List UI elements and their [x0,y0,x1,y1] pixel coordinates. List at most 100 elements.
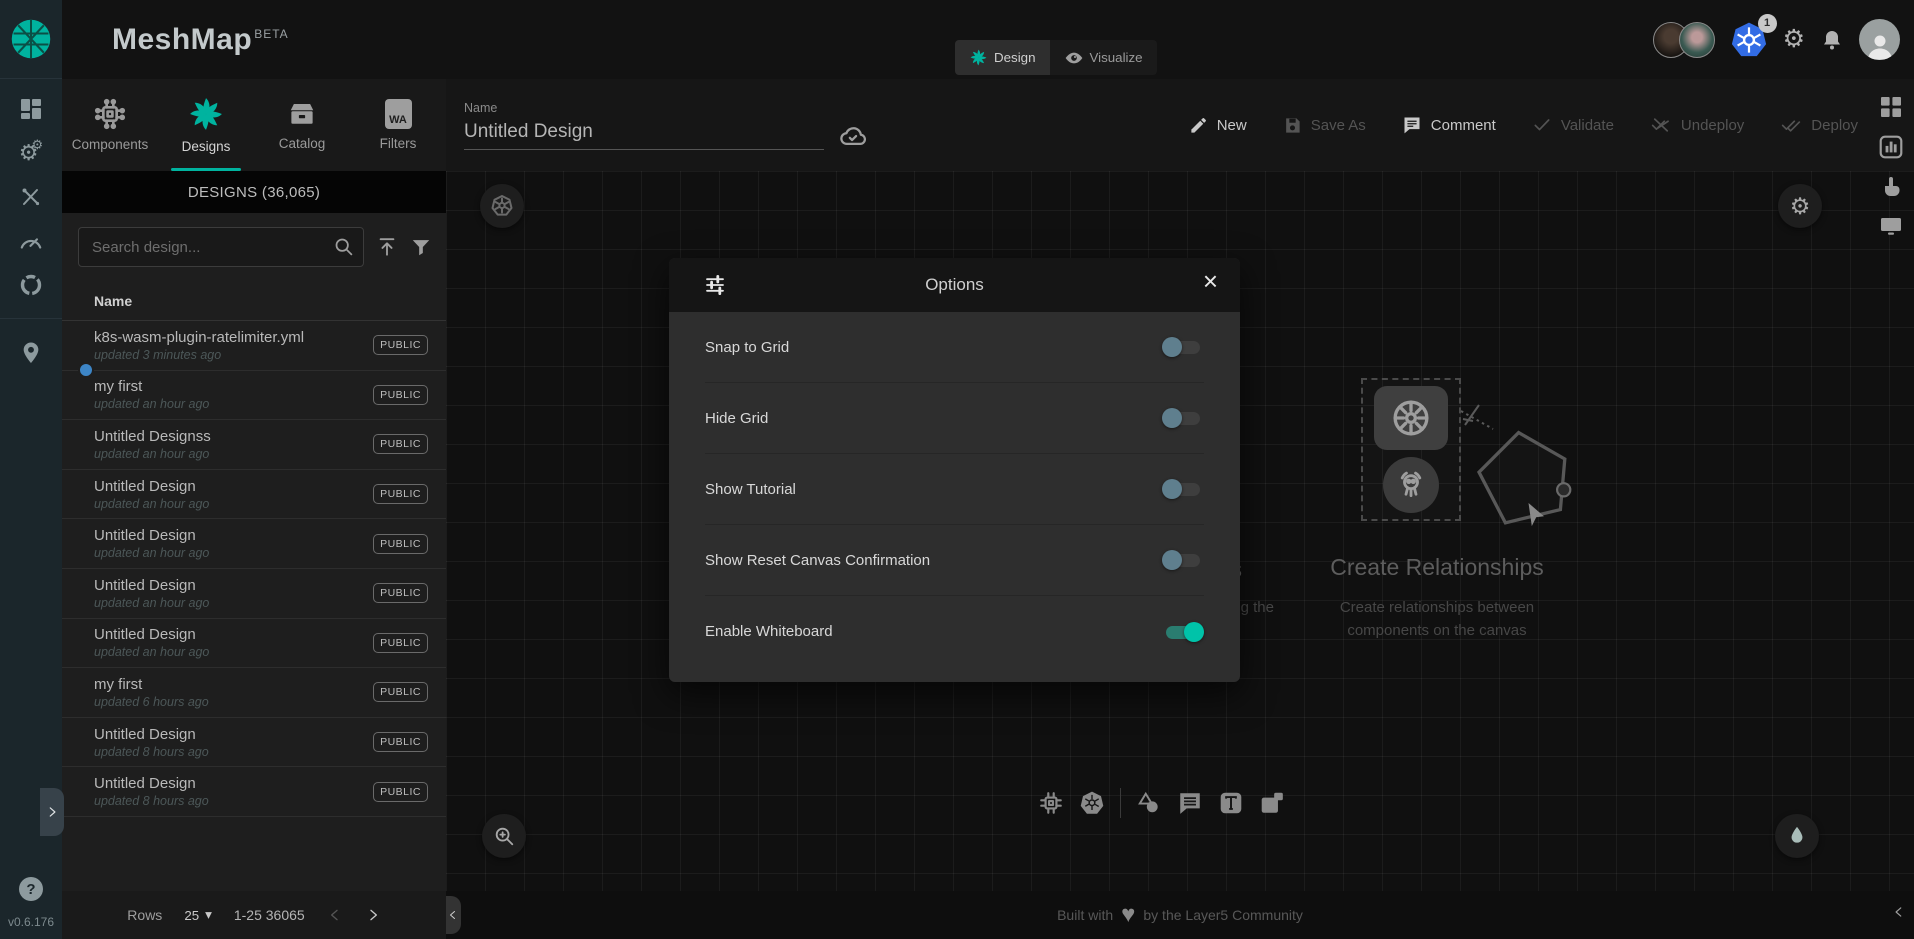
rows-per-page-select[interactable]: 25 ▾ [184,907,212,923]
designs-panel: Components Designs Catalog WA Filters DE… [62,79,446,939]
zoom-in-icon[interactable] [482,814,526,858]
sidebar-expander[interactable] [40,788,64,836]
performance-gauge-icon[interactable] [18,230,44,252]
comment-button[interactable]: Comment [1402,115,1496,135]
comment-tool-icon[interactable] [1177,790,1203,816]
options-list: Snap to Grid Hide Grid Show Tutorial [669,312,1240,667]
design-name-label: Name [464,101,824,115]
help-icon[interactable]: ? [19,877,43,901]
option-toggle[interactable] [1162,336,1204,358]
design-list-item[interactable]: k8s-wasm-plugin-ratelimiter.yml updated … [62,321,446,371]
toolkit-icon[interactable] [19,185,43,209]
toggle-knob [1162,479,1182,499]
avatar[interactable] [1679,22,1715,58]
tab-design[interactable]: Design [955,40,1050,75]
new-label: New [1217,117,1247,134]
save-as-button[interactable]: Save As [1283,116,1366,135]
heart-icon: ♥ [1121,903,1135,927]
deploy-button[interactable]: Deploy [1780,115,1858,135]
shapes-tool-icon[interactable] [1136,790,1162,816]
design-list-item[interactable]: Untitled Design updated an hour ago PUBL… [62,519,446,569]
tab-components[interactable]: Components [62,79,158,171]
interaction-hand-icon[interactable] [1879,175,1903,199]
mode-switcher: Design Visualize [955,40,1157,75]
new-button[interactable]: New [1189,116,1247,135]
design-list-item[interactable]: Untitled Design updated an hour ago PUBL… [62,619,446,669]
kubernetes-context[interactable]: 1 [1730,21,1768,59]
option-label: Snap to Grid [705,339,789,356]
design-updated: updated 8 hours ago [94,794,209,808]
dashboard-icon[interactable] [19,97,43,121]
footer-community: by the Layer5 Community [1143,907,1303,923]
tab-designs[interactable]: Designs [158,79,254,171]
toggle-knob [1162,550,1182,570]
option-toggle[interactable] [1162,621,1204,643]
tab-filters[interactable]: WA Filters [350,79,446,171]
design-name-input[interactable] [464,119,824,150]
notifications-bell-icon[interactable] [1820,28,1844,52]
design-list-item[interactable]: Untitled Design updated an hour ago PUBL… [62,470,446,520]
floppy-icon [1283,116,1302,135]
option-row: Enable Whiteboard [705,596,1204,667]
right-tool-rail [1878,95,1904,238]
close-icon[interactable]: × [1203,268,1218,294]
media-tool-icon[interactable] [1259,790,1285,816]
visibility-badge: PUBLIC [373,335,428,355]
design-updated: updated an hour ago [94,497,209,511]
design-list-item[interactable]: Untitled Design updated an hour ago PUBL… [62,569,446,619]
grid-view-icon[interactable] [1879,95,1903,119]
design-info: Untitled Design updated an hour ago [94,527,209,560]
design-list-item[interactable]: Untitled Design updated 8 hours ago PUBL… [62,767,446,817]
drawer-icon [287,99,317,129]
option-toggle[interactable] [1162,478,1204,500]
settings-gear-icon[interactable]: ⚙ [1783,27,1805,52]
kubernetes-tool-icon[interactable] [1079,790,1105,816]
pencil-icon [1189,116,1208,135]
toolbar-divider [1120,788,1121,818]
app-version: v0.6.176 [8,915,54,929]
option-toggle[interactable] [1162,549,1204,571]
canvas-settings-gear-icon[interactable]: ⚙ [1778,184,1822,228]
panel-tabs: Components Designs Catalog WA Filters [62,79,446,171]
undeploy-button[interactable]: Undeploy [1650,115,1744,135]
validate-button[interactable]: Validate [1532,115,1614,135]
design-list-item[interactable]: my first updated an hour ago PUBLIC [62,371,446,421]
filter-funnel-icon[interactable] [410,236,432,258]
whiteboard-pen-icon[interactable] [1775,814,1819,858]
next-page-icon[interactable] [365,907,381,923]
cloud-saved-icon [839,123,866,150]
k8s-context-canvas-icon[interactable] [480,184,524,228]
user-avatar[interactable] [1859,19,1900,60]
tab-catalog[interactable]: Catalog [254,79,350,171]
search-input[interactable] [78,227,364,267]
collapse-panel-icon[interactable] [444,896,461,934]
design-list-item[interactable]: Untitled Design updated 8 hours ago PUBL… [62,718,446,768]
design-info: Untitled Design updated an hour ago [94,478,209,511]
design-list-item[interactable]: Untitled Designss updated an hour ago PU… [62,420,446,470]
layer5-logo[interactable] [0,0,62,79]
lifecycle-gears-icon[interactable]: ⚙⚙ [19,142,43,164]
design-list-item[interactable]: my first updated 6 hours ago PUBLIC [62,668,446,718]
search-box [78,227,364,267]
option-label: Hide Grid [705,410,768,427]
screen-icon[interactable] [1879,214,1903,238]
design-toolbar: Name New Save As Comment Validate Undepl… [446,79,1914,171]
text-tool-icon[interactable] [1218,790,1244,816]
components-chip-tool-icon[interactable] [1038,790,1064,816]
chart-panel-icon[interactable] [1878,134,1904,160]
design-updated: updated an hour ago [94,645,209,659]
design-info: my first updated an hour ago [94,378,209,411]
meshmap-pin-icon[interactable] [20,340,42,366]
tab-visualize[interactable]: Visualize [1050,40,1157,75]
tab-visualize-label: Visualize [1090,50,1143,65]
collaborator-avatars[interactable] [1653,22,1715,58]
import-design-icon[interactable] [376,236,398,258]
chevron-down-icon: ▾ [205,907,212,923]
deploy-label: Deploy [1811,117,1858,134]
prev-page-icon[interactable] [327,907,343,923]
collapse-right-icon[interactable] [1892,905,1906,919]
design-updated: updated an hour ago [94,447,211,461]
extensions-icon[interactable] [19,273,43,297]
option-toggle[interactable] [1162,407,1204,429]
visibility-badge: PUBLIC [373,682,428,702]
